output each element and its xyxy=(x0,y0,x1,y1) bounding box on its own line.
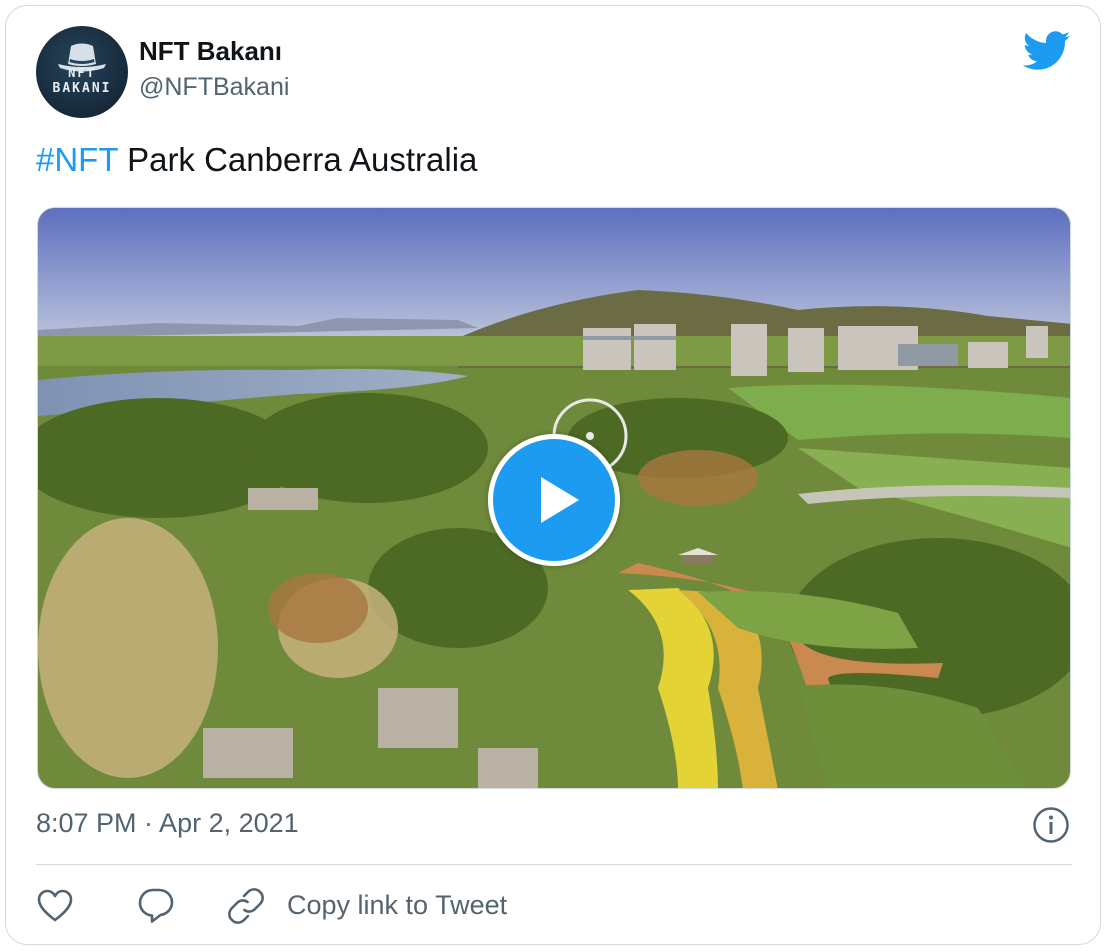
link-icon[interactable] xyxy=(227,887,265,930)
tweet-timestamp[interactable]: 8:07 PM · Apr 2, 2021 xyxy=(36,808,299,839)
info-icon[interactable] xyxy=(1032,806,1070,849)
hashtag-link[interactable]: #NFT xyxy=(36,141,118,178)
tweet-text: #NFT Park Canberra Australia xyxy=(36,141,477,179)
tweet-body: Park Canberra Australia xyxy=(117,141,478,178)
display-name[interactable]: NFT Bakanı xyxy=(139,36,282,67)
user-handle[interactable]: @NFTBakani xyxy=(139,73,289,102)
avatar-text-line2: BAKANI xyxy=(52,81,112,96)
avatar[interactable]: NFT BAKANI xyxy=(36,26,128,118)
speech-bubble-icon[interactable] xyxy=(136,886,176,931)
avatar-text-line1: NFT xyxy=(68,66,96,80)
play-button[interactable] xyxy=(488,434,620,566)
play-icon xyxy=(541,477,579,523)
footer-divider xyxy=(36,864,1072,865)
heart-icon[interactable] xyxy=(36,888,74,929)
twitter-bird-icon[interactable] xyxy=(1022,31,1071,76)
video-thumbnail[interactable] xyxy=(37,207,1071,789)
copy-link-button[interactable]: Copy link to Tweet xyxy=(287,890,507,921)
